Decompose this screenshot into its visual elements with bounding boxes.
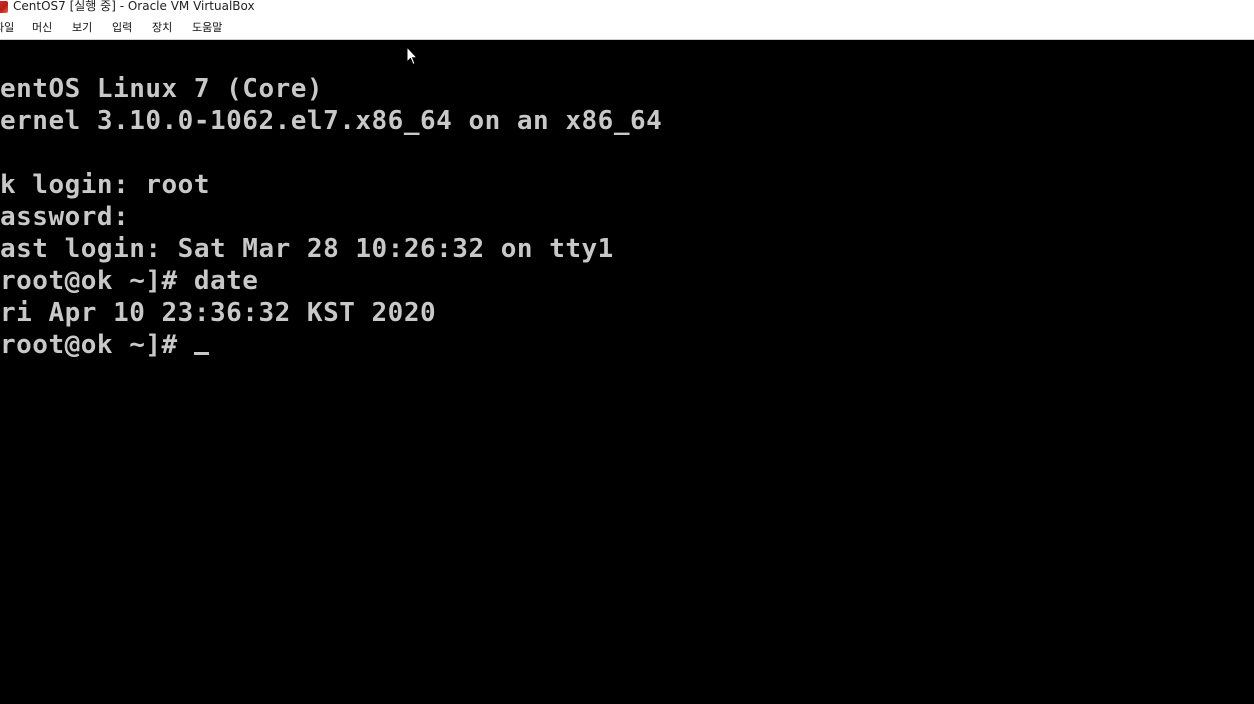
menu-file[interactable]: 파일 <box>0 21 14 35</box>
menu-input[interactable]: 입력 <box>112 21 132 35</box>
vm-display[interactable]: entOS Linux 7 (Core) ernel 3.10.0-1062.el… <box>0 41 1254 704</box>
menu-view[interactable]: 보기 <box>72 21 92 35</box>
window-titlebar: CentOS7 [실행 중] - Oracle VM VirtualBox <box>0 0 1254 16</box>
menu-help[interactable]: 도움말 <box>192 21 222 35</box>
menu-machine[interactable]: 머신 <box>32 21 52 35</box>
console-line: entOS Linux 7 (Core) <box>0 74 324 104</box>
console-line: k login: root <box>0 170 210 200</box>
console-line: ri Apr 10 23:36:32 KST 2020 <box>0 298 437 328</box>
console-prompt: root@ok ~]# <box>0 330 194 360</box>
text-cursor <box>193 352 209 355</box>
console-line: ernel 3.10.0-1062.el7.x86_64 on an x86_6… <box>0 106 663 136</box>
console-line: root@ok ~]# date <box>0 266 259 296</box>
terminal-console[interactable]: entOS Linux 7 (Core) ernel 3.10.0-1062.el… <box>0 73 662 361</box>
console-line: assword: <box>0 202 130 232</box>
mouse-pointer-icon <box>406 46 418 66</box>
window-title: CentOS7 [실행 중] - Oracle VM VirtualBox <box>13 0 255 13</box>
console-prompt-line[interactable]: root@ok ~]# <box>0 329 662 361</box>
menu-bar: 파일 머신 보기 입력 장치 도움말 <box>0 16 1254 40</box>
console-line: ast login: Sat Mar 28 10:26:32 on tty1 <box>0 234 614 264</box>
menu-devices[interactable]: 장치 <box>152 21 172 35</box>
virtualbox-app-icon <box>0 1 8 13</box>
